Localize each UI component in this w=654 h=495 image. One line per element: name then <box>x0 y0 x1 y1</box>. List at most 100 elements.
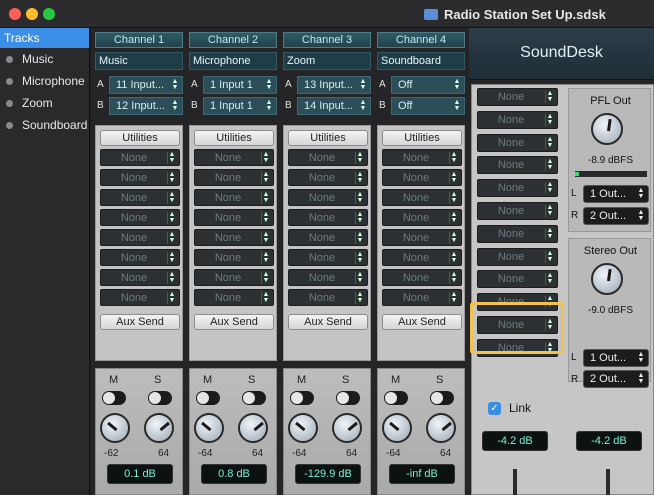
utility-slot[interactable]: None ▲ ▼ <box>288 249 368 266</box>
utility-slot[interactable]: None ▲ ▼ <box>194 169 274 186</box>
utility-slot[interactable]: None ▲ ▼ <box>382 269 462 286</box>
utility-slot[interactable]: None ▲ ▼ <box>194 229 274 246</box>
mute-toggle[interactable] <box>102 391 126 405</box>
channel-name[interactable]: Channel 2 <box>189 32 277 48</box>
aux-send-button[interactable]: Aux Send <box>194 314 274 330</box>
utility-slot[interactable]: None ▲ ▼ <box>382 229 462 246</box>
utility-slot[interactable]: None ▲ ▼ <box>100 269 180 286</box>
input-a-select[interactable]: 13 Input... ▲ ▼ <box>297 76 371 94</box>
pan-right-knob[interactable] <box>426 413 456 443</box>
master-right-fader[interactable] <box>606 469 610 495</box>
utilities-button[interactable]: Utilities <box>100 130 180 146</box>
aux-send-button[interactable]: Aux Send <box>382 314 462 330</box>
channel-name[interactable]: Channel 4 <box>377 32 465 48</box>
utility-slot[interactable]: None ▲ ▼ <box>100 249 180 266</box>
sidebar-item-music[interactable]: Music <box>0 48 89 70</box>
pfl-out-l-label: L <box>571 188 577 199</box>
solo-toggle[interactable] <box>242 391 266 405</box>
aux-return-slot[interactable]: None ▲ ▼ <box>477 179 558 198</box>
channel-label[interactable]: Microphone <box>189 52 277 70</box>
utility-slot[interactable]: None ▲ ▼ <box>100 189 180 206</box>
utility-slot[interactable]: None ▲ ▼ <box>288 289 368 306</box>
aux-return-slot[interactable]: None ▲ ▼ <box>477 88 558 106</box>
utility-slot[interactable]: None ▲ ▼ <box>382 169 462 186</box>
close-window-button[interactable] <box>9 8 21 20</box>
aux-return-slot[interactable]: None ▲ ▼ <box>477 270 558 289</box>
stereo-out-r-select[interactable]: 2 Out... ▲ ▼ <box>583 370 649 388</box>
utility-slot[interactable]: None ▲ ▼ <box>194 189 274 206</box>
mute-toggle[interactable] <box>384 391 408 405</box>
master-left-fader[interactable] <box>513 469 517 495</box>
aux-send-button[interactable]: Aux Send <box>100 314 180 330</box>
solo-toggle[interactable] <box>430 391 454 405</box>
utility-slot[interactable]: None ▲ ▼ <box>382 289 462 306</box>
aux-return-slot[interactable]: None ▲ ▼ <box>477 247 558 266</box>
channel-name[interactable]: Channel 1 <box>95 32 183 48</box>
pan-left-knob[interactable] <box>382 413 412 443</box>
input-b-select[interactable]: 12 Input... ▲ ▼ <box>109 97 183 115</box>
utility-slot[interactable]: None ▲ ▼ <box>288 189 368 206</box>
solo-toggle[interactable] <box>336 391 360 405</box>
aux-return-slot[interactable]: None ▲ ▼ <box>477 133 558 152</box>
pfl-out-r-select[interactable]: 2 Out... ▲ ▼ <box>583 207 649 225</box>
utility-slot[interactable]: None ▲ ▼ <box>288 149 368 166</box>
utility-slot[interactable]: None ▲ ▼ <box>100 209 180 226</box>
input-a-select[interactable]: 1 Input 1 ▲ ▼ <box>203 76 277 94</box>
utility-slot[interactable]: None ▲ ▼ <box>382 149 462 166</box>
utility-slot[interactable]: None ▲ ▼ <box>100 149 180 166</box>
channel-label[interactable]: Soundboard <box>377 52 465 70</box>
link-checkbox[interactable]: ✓ <box>488 401 501 415</box>
utility-slot[interactable]: None ▲ ▼ <box>382 209 462 226</box>
stereo-out-knob[interactable] <box>591 263 623 295</box>
utility-slot[interactable]: None ▲ ▼ <box>194 249 274 266</box>
sidebar-item-soundboard[interactable]: Soundboard <box>0 114 89 136</box>
utility-slot[interactable]: None ▲ ▼ <box>100 169 180 186</box>
solo-toggle[interactable] <box>148 391 172 405</box>
input-b-select[interactable]: Off ▲ ▼ <box>391 97 465 115</box>
channel-name[interactable]: Channel 3 <box>283 32 371 48</box>
input-b-select[interactable]: 1 Input 1 ▲ ▼ <box>203 97 277 115</box>
pfl-out-l-select[interactable]: 1 Out... ▲ ▼ <box>583 185 649 203</box>
stereo-out-l-select[interactable]: 1 Out... ▲ ▼ <box>583 349 649 367</box>
utility-slot[interactable]: None ▲ ▼ <box>382 249 462 266</box>
utility-slot[interactable]: None ▲ ▼ <box>288 169 368 186</box>
pan-right-knob[interactable] <box>332 413 362 443</box>
utilities-button[interactable]: Utilities <box>382 130 462 146</box>
aux-return-slot[interactable]: None ▲ ▼ <box>477 224 558 243</box>
sidebar-item-zoom[interactable]: Zoom <box>0 92 89 114</box>
utility-slot[interactable]: None ▲ ▼ <box>194 269 274 286</box>
minimize-window-button[interactable] <box>26 8 38 20</box>
utility-slot[interactable]: None ▲ ▼ <box>194 289 274 306</box>
input-a-select[interactable]: 11 Input... ▲ ▼ <box>109 76 183 94</box>
sidebar-item-microphone[interactable]: Microphone <box>0 70 89 92</box>
utilities-button[interactable]: Utilities <box>194 130 274 146</box>
zoom-window-button[interactable] <box>43 8 55 20</box>
mute-toggle[interactable] <box>290 391 314 405</box>
pan-left-knob[interactable] <box>194 413 224 443</box>
pan-right-knob[interactable] <box>144 413 174 443</box>
mute-toggle[interactable] <box>196 391 220 405</box>
pan-left-knob[interactable] <box>100 413 130 443</box>
link-toggle[interactable]: ✓ Link <box>488 401 531 415</box>
pfl-out-knob[interactable] <box>591 113 623 145</box>
utility-slot[interactable]: None ▲ ▼ <box>100 229 180 246</box>
pan-left-knob[interactable] <box>288 413 318 443</box>
utility-slot[interactable]: None ▲ ▼ <box>288 269 368 286</box>
aux-return-slot[interactable]: None ▲ ▼ <box>477 156 558 175</box>
channel-label[interactable]: Music <box>95 52 183 70</box>
utilities-button[interactable]: Utilities <box>288 130 368 146</box>
aux-return-slot[interactable]: None ▲ ▼ <box>477 110 558 129</box>
utility-slot[interactable]: None ▲ ▼ <box>382 189 462 206</box>
utility-slot[interactable]: None ▲ ▼ <box>288 209 368 226</box>
utility-slot[interactable]: None ▲ ▼ <box>194 149 274 166</box>
aux-send-button[interactable]: Aux Send <box>288 314 368 330</box>
pan-right-knob[interactable] <box>238 413 268 443</box>
utility-slot[interactable]: None ▲ ▼ <box>100 289 180 306</box>
channel-label[interactable]: Zoom <box>283 52 371 70</box>
utility-slot[interactable]: None ▲ ▼ <box>288 229 368 246</box>
utility-slot[interactable]: None ▲ ▼ <box>194 209 274 226</box>
input-a-select[interactable]: Off ▲ ▼ <box>391 76 465 94</box>
sidebar-header[interactable]: Tracks <box>0 28 89 48</box>
aux-return-slot[interactable]: None ▲ ▼ <box>477 202 558 220</box>
input-b-select[interactable]: 14 Input... ▲ ▼ <box>297 97 371 115</box>
